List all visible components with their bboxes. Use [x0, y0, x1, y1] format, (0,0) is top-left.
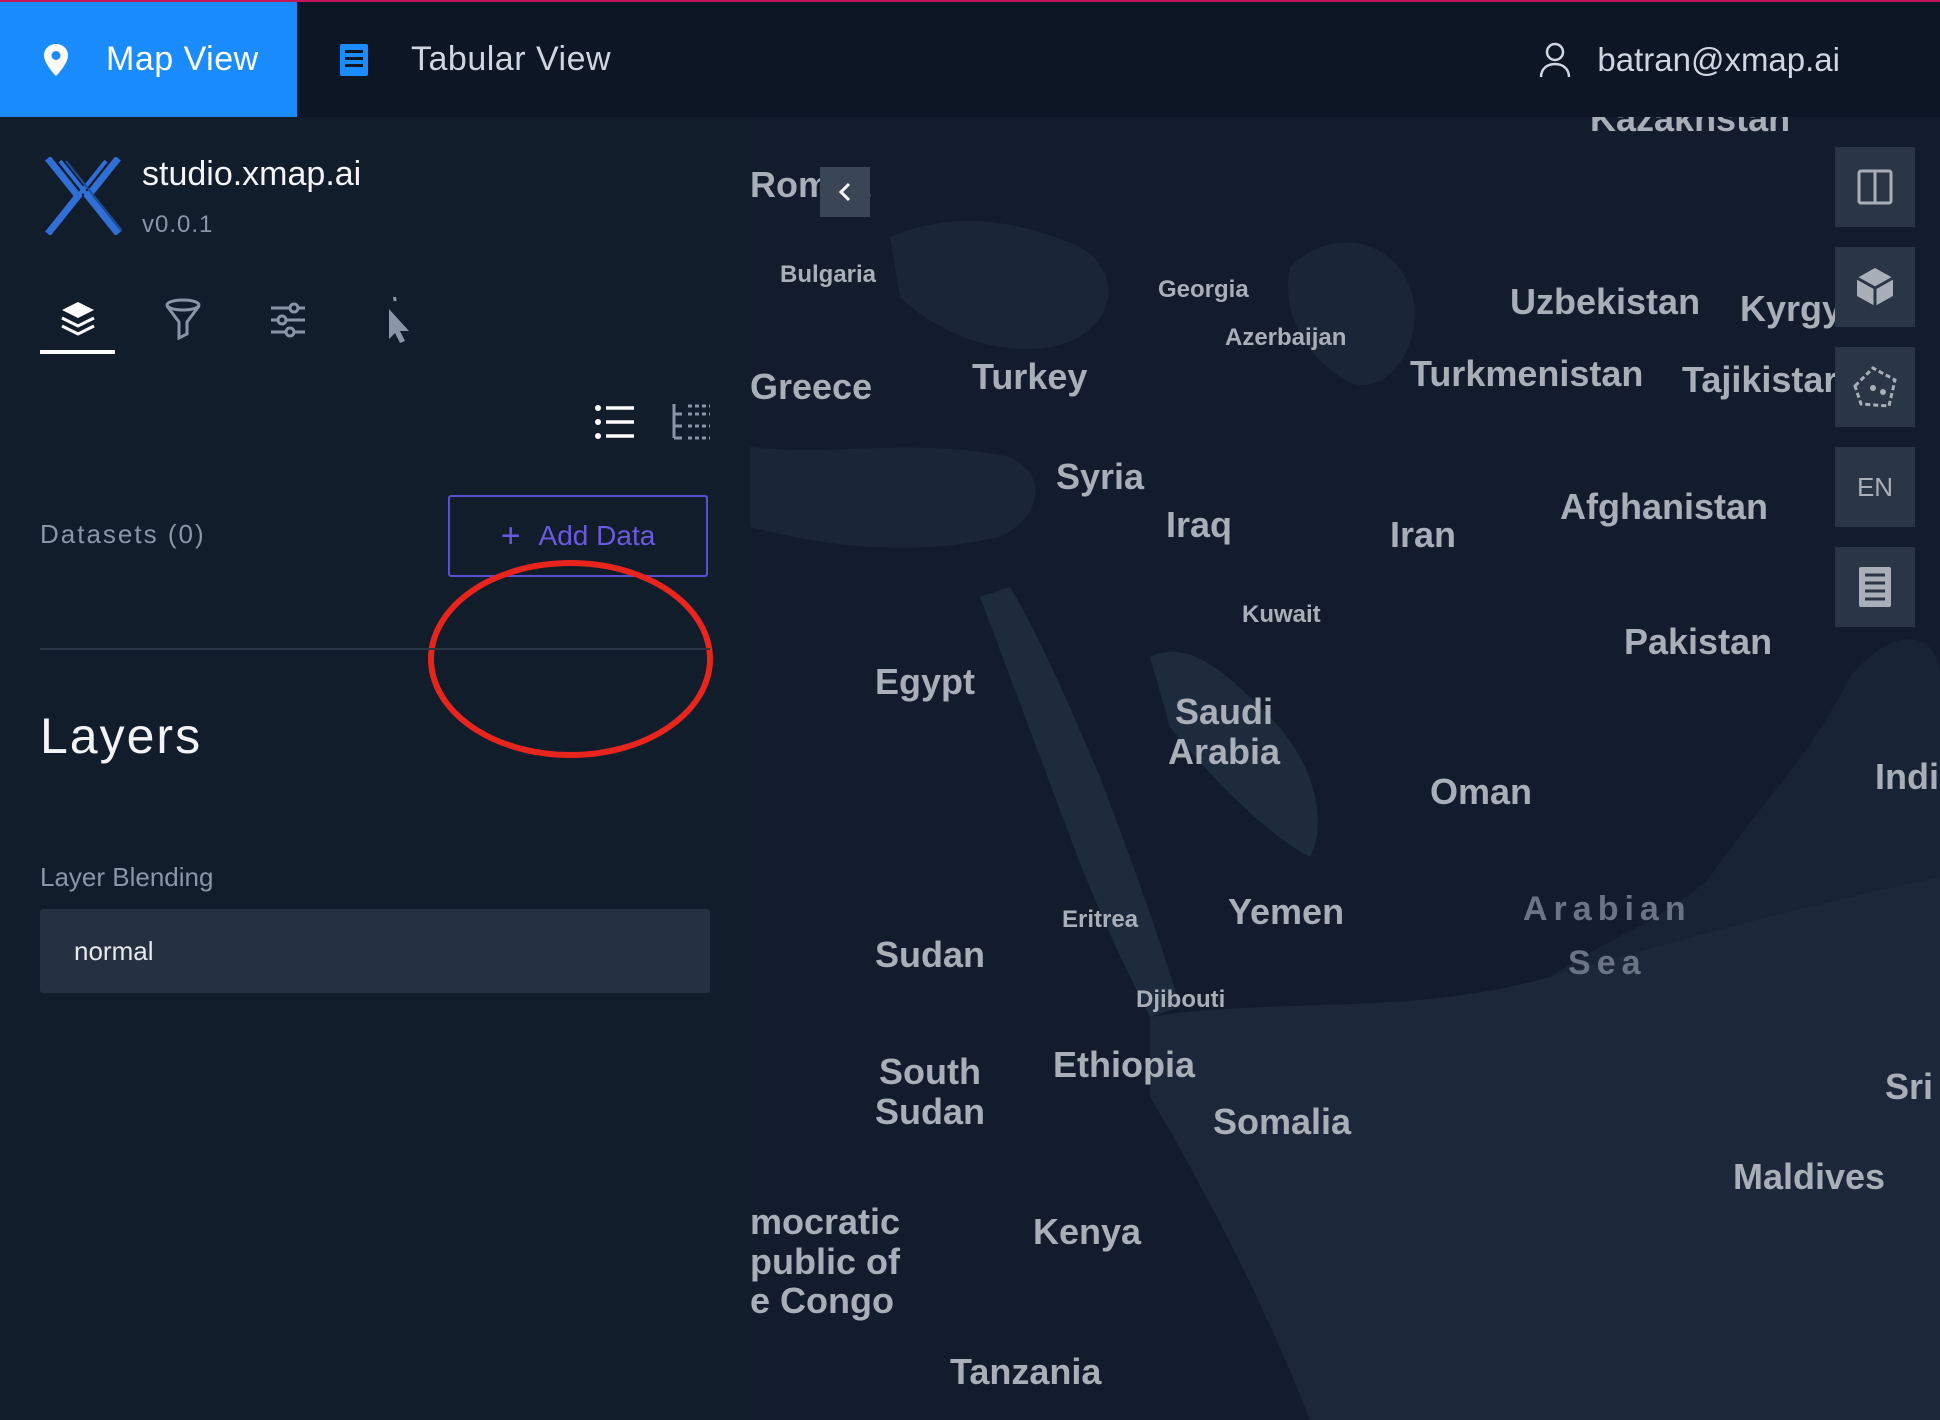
- map-label-tajikistan: Tajikistar: [1682, 359, 1838, 400]
- 3d-cube-icon: [1856, 268, 1894, 306]
- map-label-somalia: Somalia: [1213, 1101, 1352, 1142]
- add-data-button[interactable]: + Add Data: [448, 495, 708, 577]
- tab-map-view-label: Map View: [106, 40, 259, 78]
- tree-list-icon: [672, 404, 710, 440]
- map-label-azerbaijan: Azerbaijan: [1225, 324, 1347, 351]
- brand-version: v0.0.1: [142, 211, 214, 238]
- sliders-icon: [271, 302, 305, 337]
- layer-blending-select[interactable]: normal: [40, 909, 710, 993]
- brand-title: studio.xmap.ai: [142, 155, 362, 193]
- map-label-djibouti: Djibouti: [1136, 986, 1226, 1013]
- tab-interactions[interactable]: [355, 282, 435, 357]
- chevron-left-icon: [838, 182, 851, 202]
- pointer-icon: [373, 296, 409, 343]
- map-label-egypt: Egypt: [875, 661, 976, 702]
- collapse-sidebar-button[interactable]: [820, 167, 870, 217]
- split-map-button[interactable]: [1835, 147, 1915, 227]
- map-label-saudi-arabia: Saudi Arabia: [1168, 691, 1281, 772]
- table-icon: [339, 43, 369, 77]
- map-label-south-sudan: South Sudan: [875, 1051, 986, 1132]
- brand-logo: [44, 156, 123, 240]
- list-view-toggle[interactable]: [592, 400, 638, 446]
- map-label-iraq: Iraq: [1166, 504, 1233, 545]
- polygon-draw-icon: [1853, 366, 1897, 408]
- map-label-uzbekistan: Uzbekistan: [1510, 281, 1701, 322]
- map-label-pakistan: Pakistan: [1624, 621, 1773, 662]
- layer-blending-value: normal: [74, 935, 154, 966]
- tab-tabular-view[interactable]: Tabular View: [297, 2, 677, 117]
- plus-icon: +: [500, 517, 521, 555]
- tab-settings[interactable]: [248, 282, 328, 357]
- map-label-turkmenistan: Turkmenistan: [1410, 353, 1644, 394]
- map-label-sudan: Sudan: [875, 934, 986, 975]
- map-label-maldives: Maldives: [1733, 1156, 1886, 1197]
- map-label-afghanistan: Afghanistan: [1560, 486, 1769, 527]
- user-email: batran@xmap.ai: [1597, 40, 1840, 78]
- map-label-arabian-sea: Arabian Sea: [1523, 890, 1692, 983]
- map-label-turkey: Turkey: [972, 356, 1088, 397]
- map-label-syria: Syria: [1056, 456, 1145, 497]
- language-selector[interactable]: EN: [1835, 447, 1915, 527]
- map-label-bulgaria: Bulgaria: [780, 261, 877, 288]
- user-menu[interactable]: batran@xmap.ai: [1539, 2, 1840, 117]
- draw-polygon-button[interactable]: [1835, 347, 1915, 427]
- map-label-india: Indi: [1875, 756, 1939, 797]
- map-label-oman: Oman: [1430, 771, 1533, 812]
- tab-layers[interactable]: [38, 282, 118, 357]
- user-icon: [1539, 42, 1571, 78]
- map-pin-icon: [42, 43, 70, 77]
- map-canvas[interactable]: Rom ia Bulgaria Greece Turkey Georgia Az…: [750, 117, 1940, 1420]
- map-label-kuwait: Kuwait: [1242, 601, 1321, 628]
- map-label-georgia: Georgia: [1158, 276, 1249, 303]
- tab-filters[interactable]: [143, 282, 223, 357]
- top-bar: Map View Tabular View batran@xmap.ai: [0, 2, 1940, 117]
- map-label-tanzania: Tanzania: [950, 1351, 1102, 1392]
- map-label-eritrea: Eritrea: [1062, 906, 1139, 933]
- tab-tabular-view-label: Tabular View: [411, 40, 612, 78]
- section-divider: [40, 648, 710, 650]
- layers-icon: [61, 301, 95, 336]
- map-label-sri-lanka: Sri: [1885, 1066, 1934, 1107]
- layers-heading: Layers: [40, 708, 203, 764]
- highlight-annotation-ellipse: [428, 560, 713, 758]
- legend-button[interactable]: [1835, 547, 1915, 627]
- legend-icon: [1859, 567, 1891, 607]
- map-label-greece: Greece: [750, 366, 873, 407]
- layer-blending-label: Layer Blending: [40, 862, 214, 892]
- map-label-iran: Iran: [1390, 514, 1457, 555]
- split-view-icon: [1857, 169, 1893, 205]
- list-icon: [595, 405, 634, 439]
- add-data-label: Add Data: [538, 520, 656, 551]
- 3d-map-button[interactable]: [1835, 247, 1915, 327]
- sidebar: studio.xmap.ai v0.0.1 Datasets (0) + Add…: [0, 117, 750, 1420]
- filter-icon: [165, 298, 201, 340]
- map-label-kazakhstan: Kazakhstan: [1590, 117, 1791, 139]
- map-label-drc: mocratic public of e Congo: [750, 1201, 901, 1322]
- datasets-count-label: Datasets (0): [40, 519, 206, 549]
- tab-map-view[interactable]: Map View: [0, 2, 297, 117]
- map-label-ethiopia: Ethiopia: [1053, 1044, 1195, 1085]
- map-label-yemen: Yemen: [1228, 891, 1345, 932]
- active-tab-underline: [40, 350, 115, 354]
- tree-view-toggle[interactable]: [668, 400, 714, 446]
- map-label-kenya: Kenya: [1033, 1211, 1142, 1252]
